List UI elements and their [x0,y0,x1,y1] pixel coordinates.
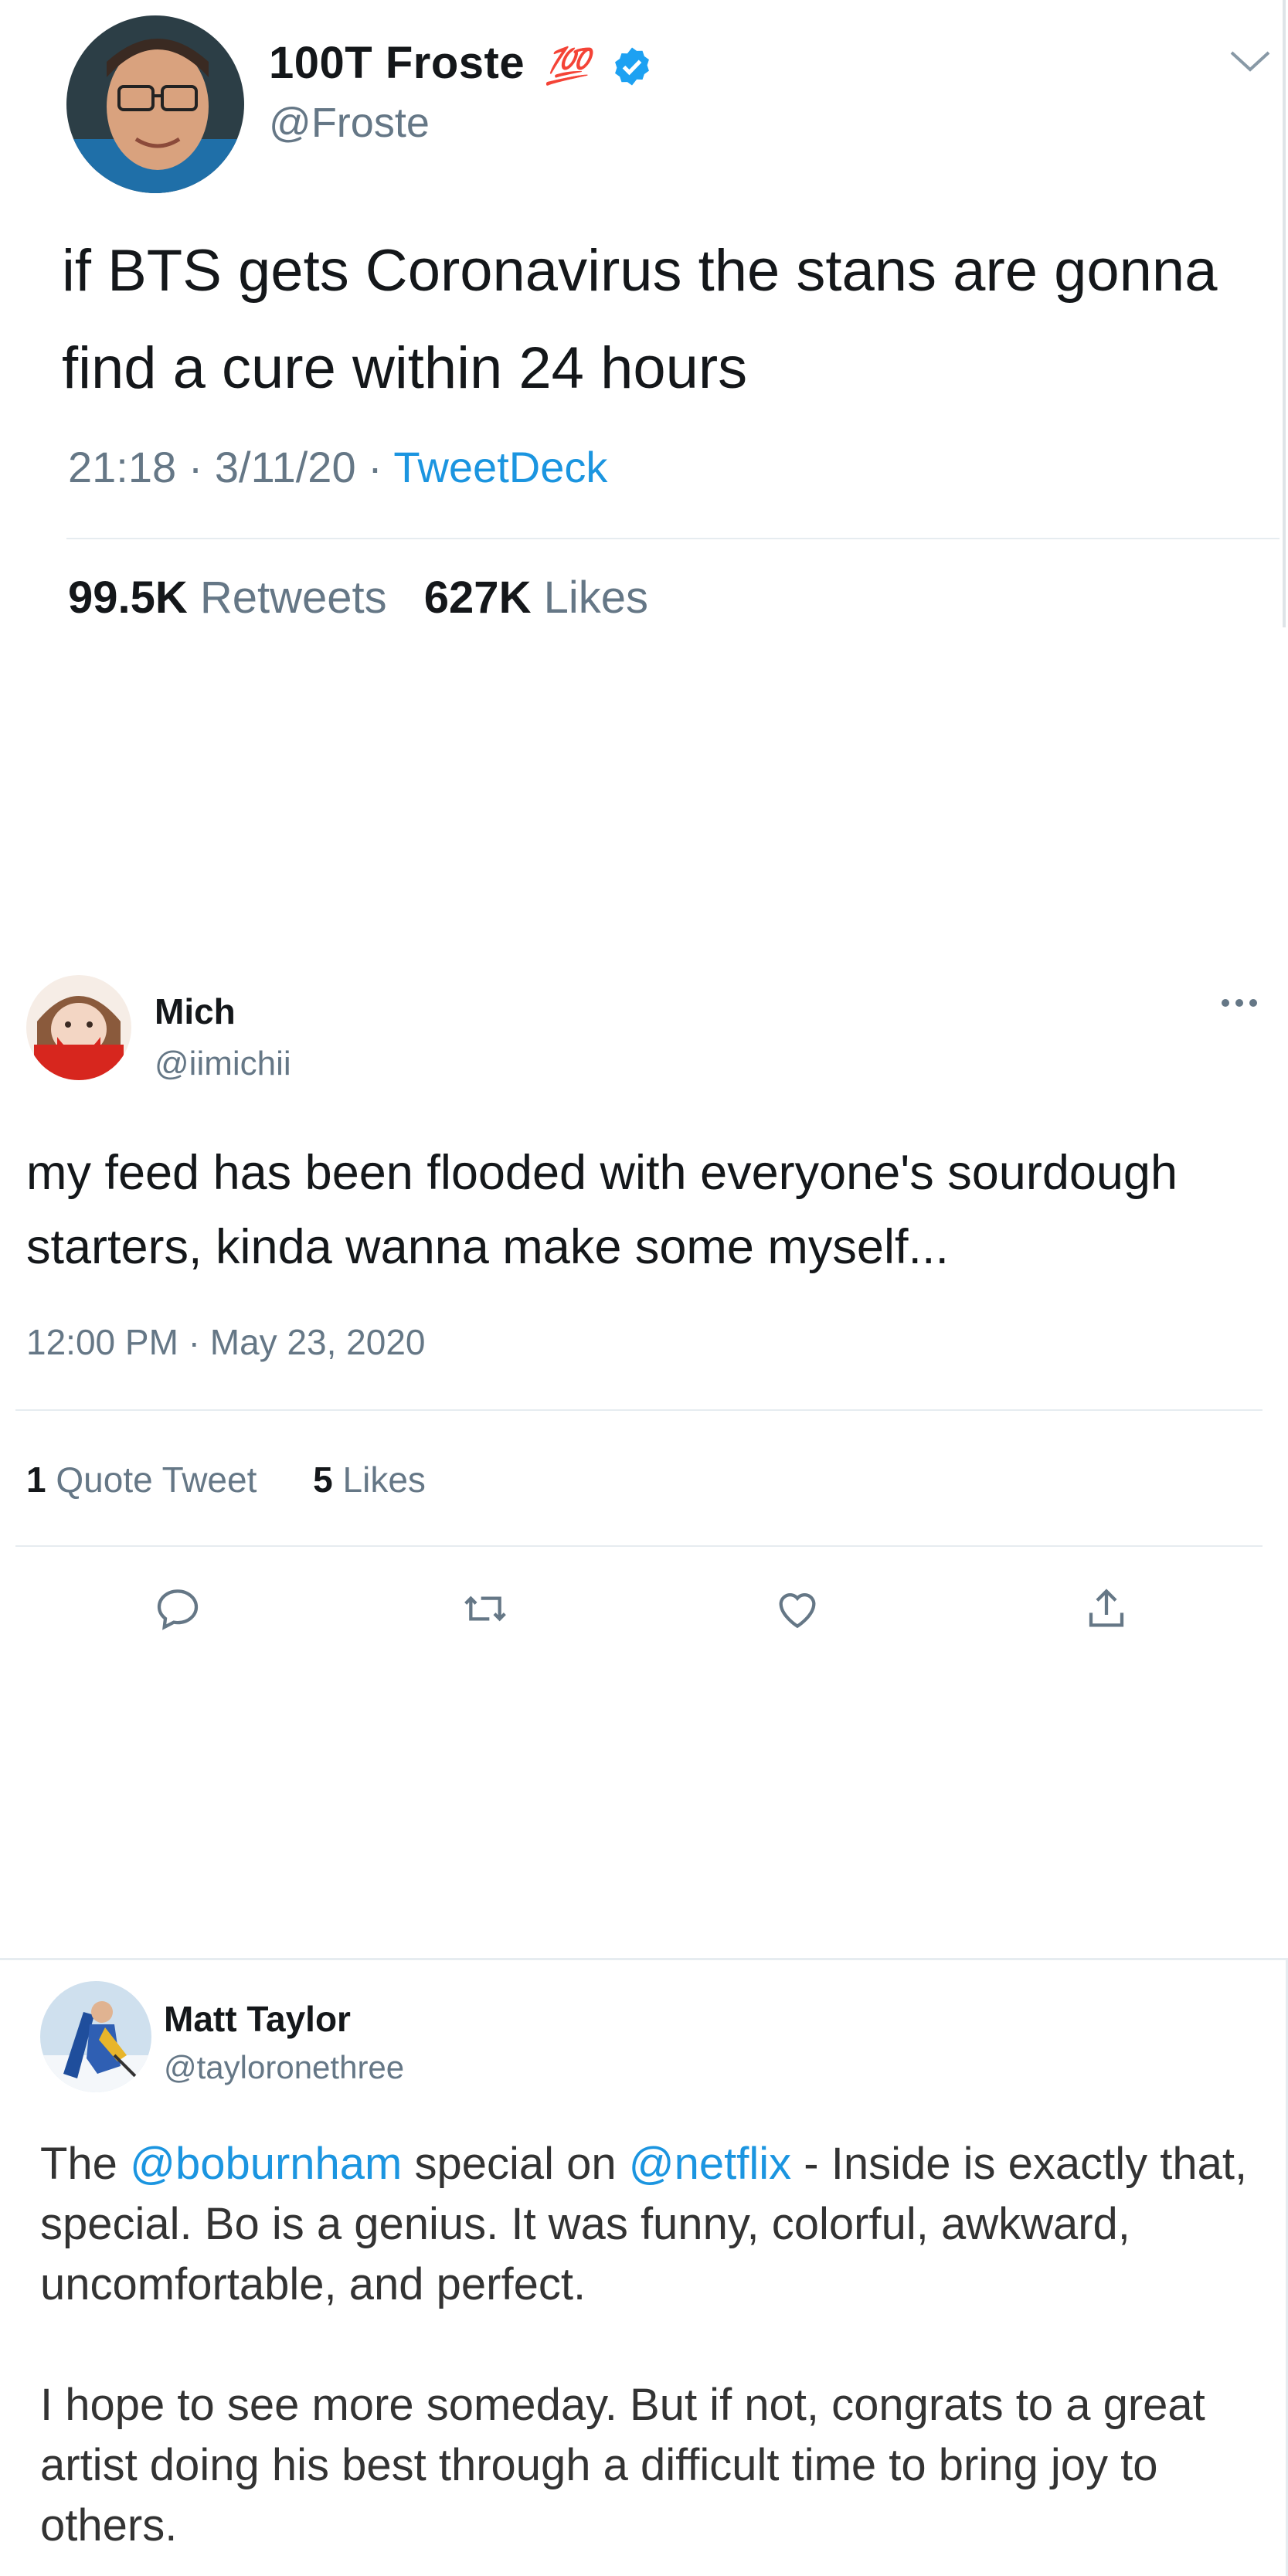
quote-tweets-stat[interactable]: 1 Quote Tweet [26,1460,257,1500]
tweet-matt-taylor: Matt Taylor @tayloronethree The @boburnh… [0,1958,1288,2576]
mention-link[interactable]: @boburnham [130,2139,402,2189]
tweet-mich: Mich @iimichii my feed has been flooded … [0,958,1288,1700]
verified-badge-icon [610,45,654,88]
likes-stat[interactable]: 627K Likes [424,573,648,623]
author-name[interactable]: Mich [155,991,236,1032]
mention-link[interactable]: @netflix [629,2139,791,2189]
divider [66,538,1280,539]
chevron-down-icon[interactable] [1229,48,1272,76]
tweet-meta: 21:18 · 3/11/20 · TweetDeck [68,442,607,492]
likes-stat[interactable]: 5 Likes [313,1460,426,1500]
author-handle[interactable]: @Froste [269,99,430,147]
tweet-timestamp[interactable]: 21:18 · 3/11/20 · [68,443,393,491]
avatar-mich[interactable] [26,975,131,1080]
divider [15,1409,1263,1411]
hundred-emoji: 💯 [545,45,590,87]
tweet-text: The @boburnham special on @netflix - Ins… [40,2134,1261,2556]
author-handle[interactable]: @tayloronethree [164,2049,404,2086]
retweet-icon[interactable] [460,1584,510,1633]
share-icon[interactable] [1082,1584,1131,1633]
like-icon[interactable] [773,1584,822,1633]
author-handle[interactable]: @iimichii [155,1045,291,1083]
panel-edge [0,1958,1288,1960]
tweet-text: my feed has been flooded with everyone's… [26,1146,1178,1274]
tweet-paragraph: The @boburnham special on @netflix - Ins… [40,2139,1248,2309]
tweet-stats: 1 Quote Tweet 5 Likes [26,1459,426,1500]
divider [15,1545,1263,1547]
tweet-text: if BTS gets Coronavirus the stans are go… [62,238,1218,401]
avatar-matt-taylor[interactable] [40,1981,151,2092]
avatar-froste[interactable] [66,15,244,193]
author-name[interactable]: Matt Taylor [164,1998,351,2040]
tweet-stats: 99.5K Retweets 627K Likes [68,572,648,624]
tweet-timestamp[interactable]: 12:00 PM · May 23, 2020 [26,1321,426,1363]
tweet-froste: 100T Froste 💯 @Froste if BTS gets Corona… [0,0,1288,634]
more-options-icon[interactable] [1219,997,1259,1009]
retweets-stat[interactable]: 99.5K Retweets [68,573,387,623]
tweet-paragraph: I hope to see more someday. But if not, … [40,2380,1205,2551]
tweet-source-link[interactable]: TweetDeck [393,443,607,491]
panel-edge [1283,0,1286,627]
author-name[interactable]: 100T Froste 💯 [269,37,654,89]
reply-icon[interactable] [153,1584,202,1633]
